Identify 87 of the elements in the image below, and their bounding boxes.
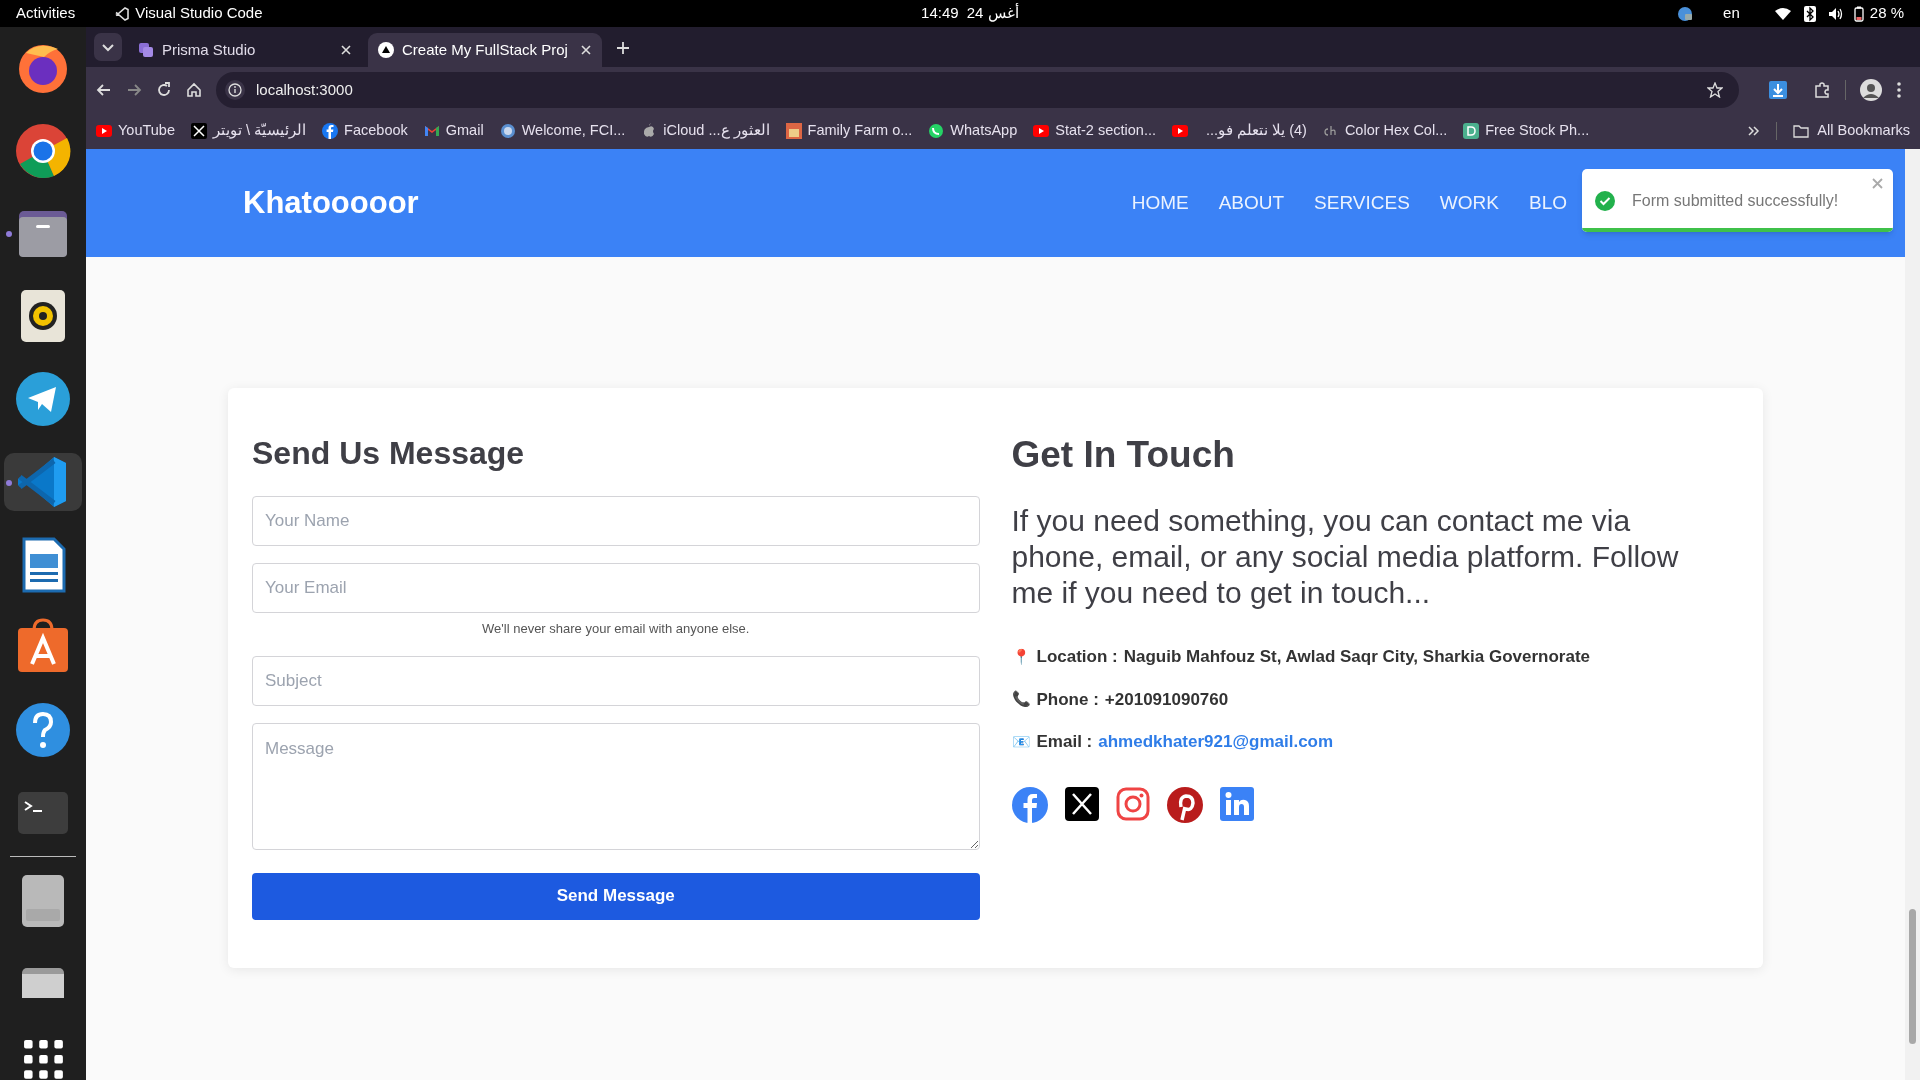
detail-value: +201091090760 (1104, 688, 1229, 711)
detail-label: Email : (1036, 731, 1093, 753)
dock-item-highlight[interactable] (4, 452, 82, 512)
detail-label: Location : (1036, 646, 1118, 668)
bookmark-item[interactable]: YouTube (96, 120, 175, 142)
bluetooth-icon[interactable] (1803, 5, 1816, 22)
back-icon[interactable] (96, 82, 112, 98)
bookmark-item[interactable]: Color Hex Col... (1322, 120, 1448, 142)
network-icon[interactable] (1677, 5, 1694, 22)
intro-paragraph: If you need something, you can contact me via phone, email, or any social media platform. Follow me if you need to get in touch... (1011, 503, 1680, 611)
tab-search-button[interactable] (94, 33, 122, 61)
app-icon (115, 6, 130, 21)
bookmark-item[interactable]: Gmail (423, 120, 484, 142)
detail-value: Naguib Mahfouz St, Awlad Saqr City, Sharkia Governorate (1123, 646, 1591, 668)
more-bookmarks-icon[interactable] (1748, 125, 1761, 137)
facebook-icon[interactable] (1011, 786, 1048, 823)
clock-date[interactable]: 24 أغس (966, 2, 1019, 25)
email-link[interactable]: ahmedkhater921@gmail.com (1098, 729, 1334, 755)
subject-field[interactable]: Subject (252, 655, 980, 706)
url-text: localhost:3000 (256, 79, 354, 100)
all-bookmarks-button[interactable]: All Bookmarks (1793, 120, 1910, 142)
whatsapp-icon (928, 123, 945, 139)
paper-plane-icon[interactable] (14, 370, 72, 429)
bookmark-item[interactable]: (4) يلا نتعلم فو... (1171, 120, 1307, 142)
instagram-icon[interactable] (1115, 786, 1150, 821)
facebook-icon (322, 123, 339, 139)
bookmark-item[interactable]: Welcome, FCI... (499, 120, 626, 142)
x-logo-icon[interactable] (1064, 786, 1099, 821)
section-heading: Get In Touch (1011, 433, 1236, 477)
youtube-icon (96, 123, 112, 139)
volume-icon[interactable] (1827, 6, 1844, 21)
battery-level: 28 % (1869, 3, 1904, 24)
helper-text: We'll never share your email with anyone else. (481, 620, 751, 638)
x-logo-icon (191, 123, 207, 139)
check-circle-icon (1594, 189, 1616, 212)
chrome-icon[interactable] (14, 122, 72, 181)
ch-logo-icon (1322, 123, 1339, 139)
d-logo-icon (1463, 123, 1480, 139)
toast-message: Form submitted successfully! (1632, 190, 1839, 211)
reload-icon[interactable] (156, 82, 172, 98)
bookmark-item[interactable]: WhatsApp (928, 120, 1018, 142)
new-tab-icon[interactable] (616, 41, 630, 55)
location-icon: 📍 (1011, 645, 1031, 668)
phone-icon: 📞 (1011, 688, 1031, 711)
info-icon[interactable] (224, 79, 246, 101)
email-field[interactable]: Your Email (252, 563, 980, 613)
app-grid-icon[interactable] (21, 1038, 65, 1080)
app-name: Visual Studio Code (135, 3, 263, 24)
section-heading: Send Us Message (252, 434, 526, 473)
home-icon[interactable] (186, 82, 202, 98)
name-field[interactable]: Your Name (252, 496, 980, 546)
star-icon[interactable] (1707, 82, 1723, 98)
youtube-icon (1033, 123, 1050, 139)
pinterest-icon[interactable] (1166, 786, 1203, 823)
folder-icon (1793, 124, 1810, 138)
extensions-icon[interactable] (1813, 81, 1831, 99)
bookmark-item[interactable]: العثور ع... iCloud (641, 120, 770, 142)
email-icon: 📧 (1011, 730, 1031, 753)
detail-label: Phone : (1036, 688, 1099, 711)
wifi-icon[interactable] (1773, 6, 1792, 21)
mail-icon (423, 123, 440, 139)
language-indicator[interactable]: en (1723, 2, 1740, 25)
address-bar[interactable]: localhost:3000 (216, 72, 1739, 108)
clock-time[interactable]: 14:49 (921, 2, 959, 25)
message-field[interactable]: Message (252, 722, 980, 850)
browser-tab[interactable]: Prisma Studio (128, 33, 362, 67)
menu-icon[interactable] (1896, 81, 1902, 99)
bookmark-item[interactable]: Stat-2 section... (1033, 120, 1156, 142)
activities-button[interactable]: Activities (16, 2, 76, 25)
battery-icon[interactable] (1853, 5, 1864, 22)
profile-avatar[interactable] (1860, 79, 1882, 101)
send-message-button[interactable]: Send Message (252, 872, 980, 920)
bookmark-item[interactable]: Family Farm o... (785, 120, 913, 142)
tab-title: Create My FullStack Proj (402, 39, 569, 60)
bookmark-item[interactable]: الرئيسيّة \ تويتر (191, 120, 307, 142)
bookmark-item[interactable]: Facebook (322, 120, 408, 142)
download-icon[interactable] (1769, 81, 1787, 99)
browser-tab[interactable]: Create My FullStack Proj (368, 33, 602, 67)
forward-icon (126, 82, 142, 98)
prisma-icon (138, 42, 154, 58)
help-icon[interactable] (14, 700, 72, 759)
bookmark-item[interactable]: Free Stock Ph... (1463, 120, 1590, 142)
linkedin-icon[interactable] (1219, 786, 1254, 821)
scrollbar[interactable] (1905, 149, 1920, 1080)
site-logo[interactable]: Khatooooor (243, 179, 419, 227)
youtube-icon (1171, 123, 1188, 139)
tab-title: Prisma Studio (162, 39, 257, 60)
